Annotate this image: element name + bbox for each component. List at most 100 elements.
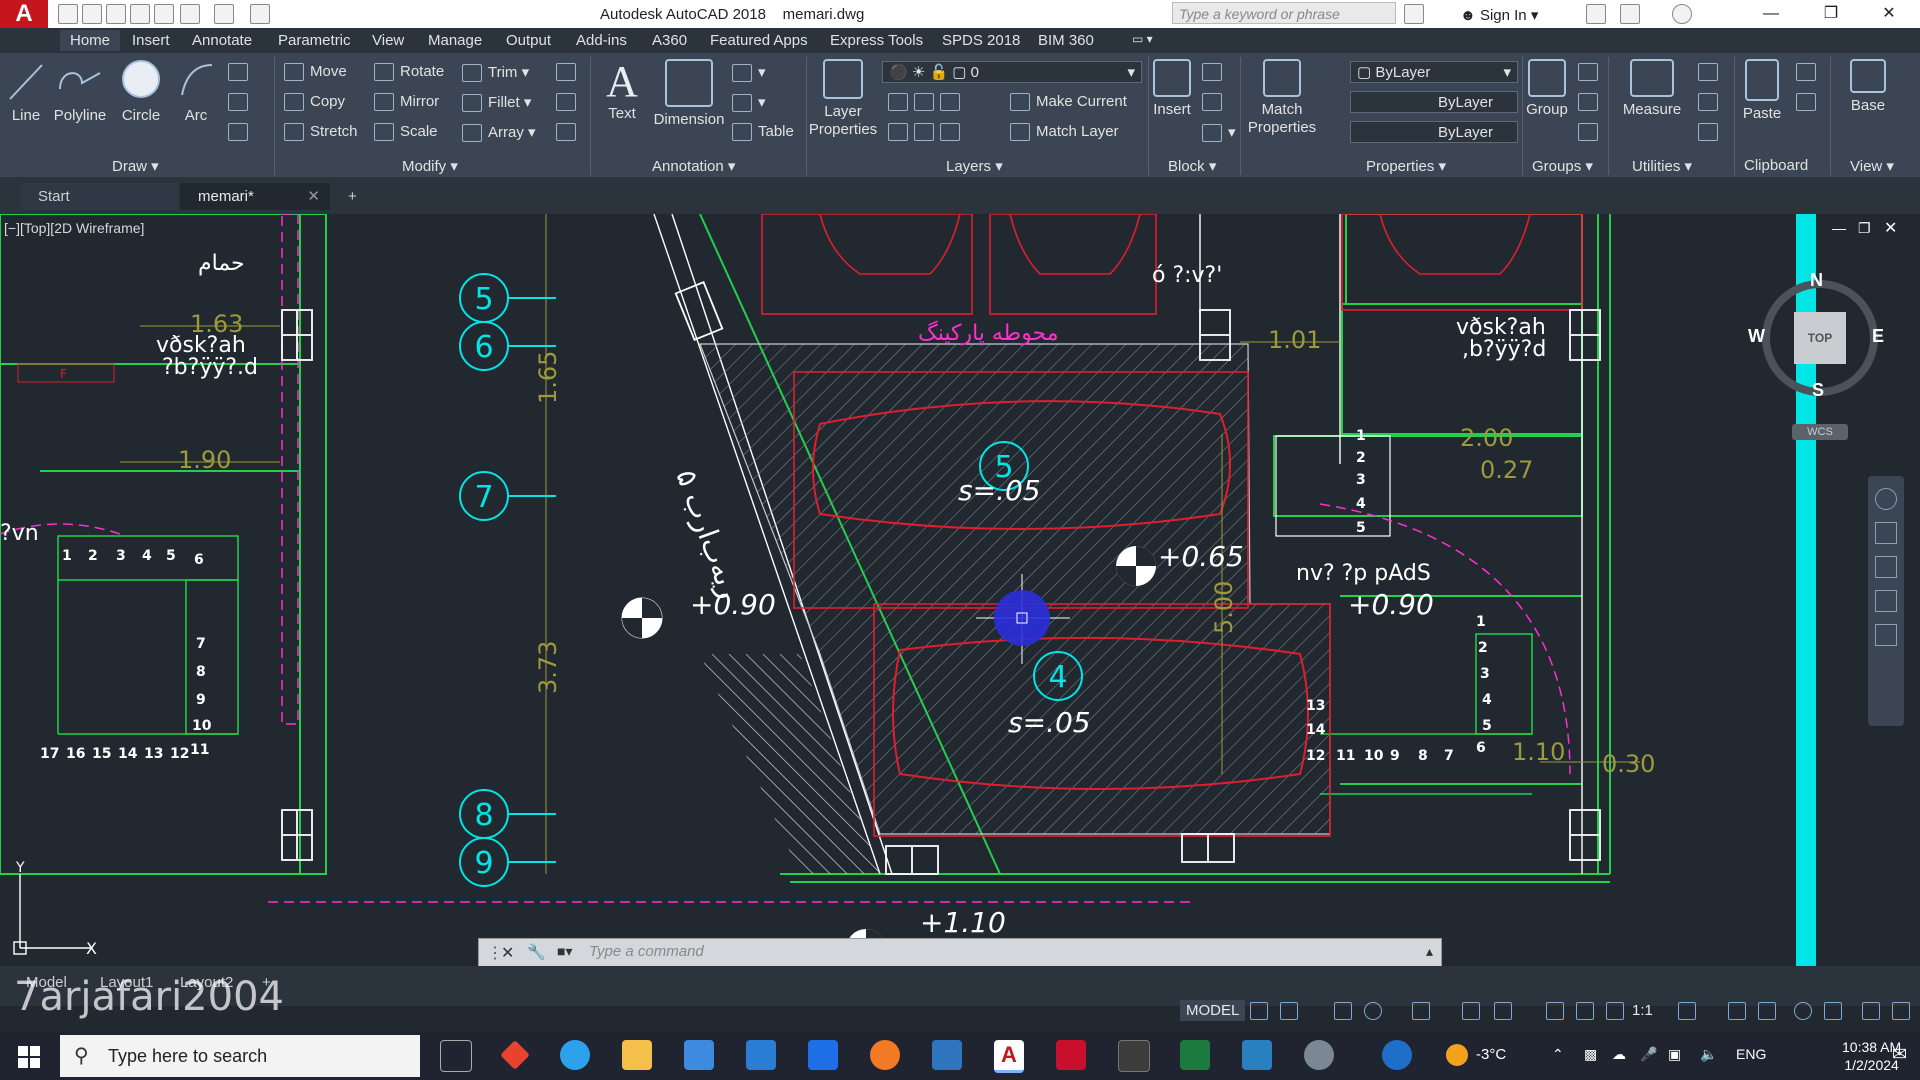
isolate-objects-icon[interactable] bbox=[1758, 1002, 1776, 1020]
tab-annotate[interactable]: Annotate bbox=[192, 32, 252, 49]
compass-south[interactable]: S bbox=[1812, 380, 1824, 401]
sap-icon[interactable] bbox=[1242, 1040, 1272, 1070]
cart-icon[interactable] bbox=[1586, 4, 1606, 24]
copy-clip-icon[interactable] bbox=[1796, 93, 1822, 112]
leader-tool-icon[interactable]: ▾ bbox=[732, 63, 766, 83]
annotation-scale-icon[interactable] bbox=[1606, 1002, 1624, 1020]
help-icon[interactable] bbox=[1672, 4, 1692, 24]
stretch-button[interactable]: Stretch bbox=[284, 123, 358, 142]
viewcube[interactable]: TOP N S E W bbox=[1748, 270, 1888, 406]
undo-icon[interactable] bbox=[180, 4, 200, 24]
paint-icon[interactable] bbox=[1304, 1040, 1334, 1070]
close-command-line-icon[interactable]: ✕ bbox=[501, 943, 514, 963]
tab-bim-360[interactable]: BIM 360 bbox=[1038, 32, 1094, 49]
save-as-icon[interactable] bbox=[130, 4, 150, 24]
tab-express-tools[interactable]: Express Tools bbox=[830, 32, 923, 49]
microsoft-store-icon[interactable] bbox=[684, 1040, 714, 1070]
make-current-button[interactable]: Make Current bbox=[1010, 93, 1127, 112]
modify-panel-title[interactable]: Modify ▾ bbox=[402, 157, 458, 175]
view-panel-title[interactable]: View ▾ bbox=[1850, 157, 1894, 175]
wcs-menu-button[interactable]: WCS bbox=[1792, 424, 1848, 440]
groups-panel-title[interactable]: Groups ▾ bbox=[1532, 157, 1593, 175]
weather-icon[interactable] bbox=[1446, 1044, 1468, 1066]
anydesk-icon[interactable] bbox=[500, 1040, 530, 1070]
layers-panel-title[interactable]: Layers ▾ bbox=[946, 157, 1003, 175]
rectangle-tool-icon[interactable] bbox=[228, 63, 254, 82]
open-file-icon[interactable] bbox=[82, 4, 102, 24]
compass-east[interactable]: E bbox=[1872, 326, 1884, 347]
isodraft-icon[interactable] bbox=[1412, 1002, 1430, 1020]
edit-block-icon[interactable] bbox=[1202, 93, 1228, 112]
tab-featured-apps[interactable]: Featured Apps bbox=[710, 32, 808, 49]
lineweight-dropdown[interactable]: ByLayer bbox=[1350, 121, 1518, 143]
close-window-icon[interactable]: ✕ bbox=[1862, 0, 1916, 28]
group-selection-icon[interactable] bbox=[1578, 123, 1604, 142]
restore-window-icon[interactable]: ❐ bbox=[1804, 0, 1858, 28]
region-tool-icon[interactable] bbox=[228, 123, 254, 142]
create-block-icon[interactable] bbox=[1202, 63, 1228, 82]
command-history-expand-icon[interactable]: ▴ bbox=[1426, 943, 1433, 960]
calculator-app-icon[interactable] bbox=[1118, 1040, 1150, 1072]
outlook-icon[interactable] bbox=[932, 1040, 962, 1070]
erase-tool-icon[interactable] bbox=[556, 63, 582, 82]
viewport-close-icon[interactable]: ✕ bbox=[1884, 218, 1897, 238]
utilities-panel-title[interactable]: Utilities ▾ bbox=[1632, 157, 1692, 175]
customize-quick-access-icon[interactable] bbox=[250, 4, 270, 24]
clean-screen-icon[interactable] bbox=[1824, 1002, 1842, 1020]
orbit-icon[interactable] bbox=[1875, 590, 1897, 612]
tab-add-ins[interactable]: Add-ins bbox=[576, 32, 627, 49]
new-file-icon[interactable] bbox=[58, 4, 78, 24]
hardware-acceleration-icon[interactable] bbox=[1794, 1002, 1812, 1020]
autocad-taskbar-icon[interactable]: A bbox=[994, 1040, 1024, 1073]
save-icon[interactable] bbox=[106, 4, 126, 24]
hatch-tool-icon[interactable] bbox=[228, 93, 254, 112]
battery-icon[interactable]: ▣ bbox=[1668, 1046, 1681, 1063]
cut-icon[interactable] bbox=[1796, 63, 1822, 82]
tab-a360[interactable]: A360 bbox=[652, 32, 687, 49]
layer-properties-button[interactable]: Layer Properties bbox=[808, 59, 878, 139]
full-screen-icon[interactable] bbox=[1862, 1002, 1880, 1020]
add-icon[interactable] bbox=[1728, 1002, 1746, 1020]
trim-button[interactable]: Trim ▾ bbox=[462, 63, 529, 83]
tab-spds-2018[interactable]: SPDS 2018 bbox=[942, 32, 1020, 49]
annotation-panel-title[interactable]: Annotation ▾ bbox=[652, 157, 735, 175]
calculator-icon[interactable] bbox=[1698, 123, 1724, 142]
minimize-window-icon[interactable]: — bbox=[1744, 0, 1798, 28]
ungroup-icon[interactable] bbox=[1578, 63, 1604, 82]
paste-button[interactable]: Paste bbox=[1740, 59, 1784, 122]
object-snap-tracking-icon[interactable] bbox=[1462, 1002, 1480, 1020]
quick-select-icon[interactable] bbox=[1698, 63, 1724, 82]
mute-network-icon[interactable]: ☁ bbox=[1612, 1046, 1626, 1063]
navigation-bar[interactable] bbox=[1868, 476, 1904, 726]
tab-start[interactable]: Start bbox=[20, 183, 178, 210]
copy-button[interactable]: Copy bbox=[284, 93, 345, 112]
text-button[interactable]: A Text bbox=[600, 59, 644, 123]
object-snap-icon[interactable] bbox=[1494, 1002, 1512, 1020]
polyline-button[interactable]: Polyline bbox=[52, 59, 108, 124]
language-indicator[interactable]: ENG bbox=[1736, 1046, 1766, 1062]
circle-button[interactable]: Circle bbox=[118, 59, 164, 124]
group-edit-icon[interactable] bbox=[1578, 93, 1604, 112]
block-attribute-icon[interactable]: ▾ bbox=[1202, 123, 1236, 143]
sign-in-button[interactable]: ☻ Sign In ▾ bbox=[1460, 6, 1538, 24]
autodesk-account-icon[interactable] bbox=[1620, 4, 1640, 24]
showmotion-icon[interactable] bbox=[1875, 624, 1897, 646]
tab-manage[interactable]: Manage bbox=[428, 32, 482, 49]
auto-scale-icon[interactable] bbox=[1576, 1002, 1594, 1020]
print-icon[interactable] bbox=[154, 4, 174, 24]
properties-panel-title[interactable]: Properties ▾ bbox=[1366, 157, 1446, 175]
compass-west[interactable]: W bbox=[1748, 326, 1765, 347]
redo-icon[interactable] bbox=[214, 4, 234, 24]
help-support-icon[interactable] bbox=[1382, 1040, 1412, 1070]
steering-wheel-icon[interactable] bbox=[1875, 488, 1897, 510]
tab-output[interactable]: Output bbox=[506, 32, 551, 49]
snap-mode-icon[interactable] bbox=[1280, 1002, 1298, 1020]
move-button[interactable]: Move bbox=[284, 63, 347, 82]
tab-memari[interactable]: memari* ✕ bbox=[180, 183, 330, 210]
acrobat-icon[interactable] bbox=[1056, 1040, 1086, 1070]
viewport-controls-label[interactable]: [−][Top][2D Wireframe] bbox=[4, 220, 144, 236]
base-button[interactable]: Base bbox=[1846, 59, 1890, 114]
ortho-mode-icon[interactable] bbox=[1334, 1002, 1352, 1020]
firefox-icon[interactable] bbox=[870, 1040, 900, 1070]
grid-display-icon[interactable] bbox=[1250, 1002, 1268, 1020]
